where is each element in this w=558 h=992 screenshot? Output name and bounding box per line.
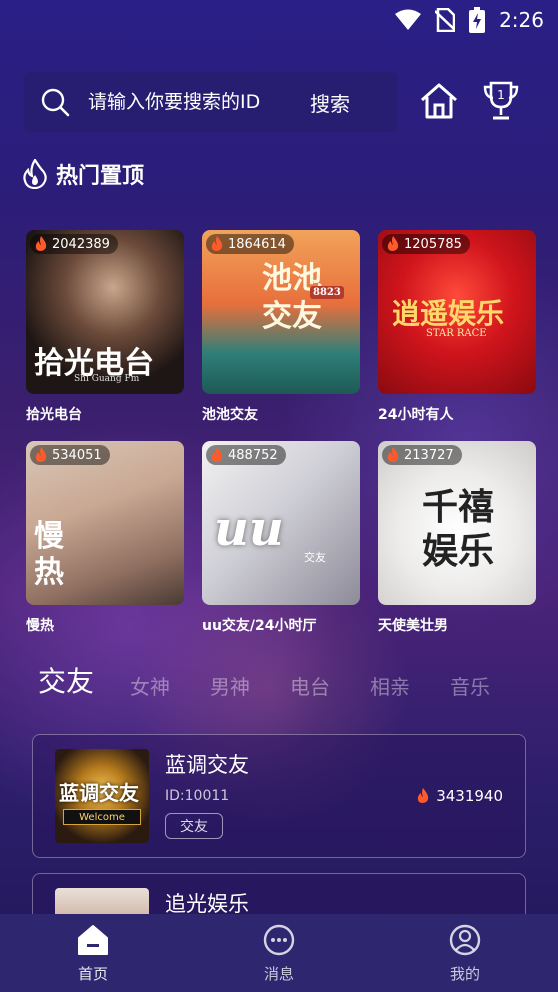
search-row: 搜索 1 — [24, 72, 534, 132]
nav-profile-label: 我的 — [449, 964, 480, 983]
hot-count-badge: 534051 — [30, 445, 110, 465]
hot-card-art-text: uu — [214, 501, 284, 557]
hot-count-badge: 1864614 — [206, 234, 294, 254]
hot-section-label: 热门置顶 — [56, 164, 145, 189]
fire-icon — [35, 447, 47, 462]
hot-card-art-text: 千禧娱乐 — [421, 486, 494, 572]
room-avatar-text: 蓝调交友 — [59, 781, 139, 805]
category-tabs: 交友 女神 男神 电台 相亲 音乐 — [38, 656, 538, 700]
hot-count-badge: 2042389 — [30, 234, 118, 254]
hot-card-art-sub: 交友 — [304, 551, 326, 564]
hot-card-art-text: 逍遥娱乐 — [392, 297, 505, 330]
hot-card-image: 1864614 池池交友 8823 — [202, 230, 360, 394]
hot-card-art-text: 慢热 — [34, 519, 64, 590]
nav-profile[interactable]: 我的 — [405, 923, 525, 984]
fire-icon — [35, 236, 47, 251]
nav-home-label: 首页 — [77, 964, 108, 983]
tab-xiangqin[interactable]: 相亲 — [370, 671, 410, 700]
room-avatar: 蓝调交友 Welcome — [55, 749, 149, 843]
nav-messages[interactable]: 消息 — [219, 923, 339, 984]
home-icon[interactable] — [418, 80, 460, 122]
search-icon — [41, 88, 70, 117]
hot-card[interactable]: 534051 慢热 慢热 — [26, 441, 184, 635]
room-card[interactable]: 蓝调交友 Welcome 蓝调交友 ID:10011 交友 3431940 — [32, 734, 526, 858]
hot-card-name: 24小时有人 — [378, 407, 454, 423]
fire-icon — [418, 788, 429, 803]
wifi-icon — [395, 9, 422, 30]
fire-icon — [211, 447, 223, 462]
svg-text:1: 1 — [497, 88, 505, 102]
message-icon — [263, 924, 295, 955]
tab-jiaoyou[interactable]: 交友 — [38, 660, 94, 700]
hot-card-image: 488752 uu 交友 — [202, 441, 360, 605]
hot-card[interactable]: 1205785 逍遥娱乐 STAR RACE 24小时有人 — [378, 230, 536, 424]
room-tag: 交友 — [165, 813, 223, 839]
hot-card[interactable]: 2042389 拾光电台 Shi Guang Fm 拾光电台 — [26, 230, 184, 424]
search-input[interactable] — [88, 91, 298, 113]
search-button[interactable]: 搜索 — [310, 88, 350, 117]
room-name: 蓝调交友 — [165, 753, 249, 777]
hot-section-title: 热门置顶 — [22, 158, 144, 190]
hot-card-art-sub: 8823 — [310, 286, 344, 299]
search-box[interactable]: 搜索 — [24, 72, 398, 132]
status-bar: 2:26 — [0, 0, 558, 40]
nav-home[interactable]: 首页 — [33, 923, 153, 984]
hot-card-name: 天使美壮男 — [378, 618, 448, 634]
fire-icon — [211, 236, 223, 251]
hot-card-name: 池池交友 — [202, 407, 258, 423]
home-icon — [78, 924, 108, 955]
tab-nanshen[interactable]: 男神 — [210, 671, 250, 700]
hot-card-name: 慢热 — [26, 618, 54, 634]
bottom-nav: 首页 消息 我的 — [0, 914, 558, 992]
no-sim-icon — [435, 8, 456, 32]
hot-count-badge: 213727 — [382, 445, 462, 465]
battery-charging-icon — [469, 7, 486, 33]
fire-icon — [387, 236, 399, 251]
fire-icon — [23, 159, 47, 189]
fire-icon — [387, 447, 399, 462]
hot-card-art-sub: Shi Guang Fm — [74, 374, 140, 384]
tab-yinyue[interactable]: 音乐 — [450, 671, 490, 700]
hot-count-badge: 1205785 — [382, 234, 470, 254]
hot-card-name: 拾光电台 — [26, 407, 82, 423]
hot-count-badge: 488752 — [206, 445, 286, 465]
nav-messages-label: 消息 — [263, 964, 294, 983]
hot-card[interactable]: 488752 uu 交友 uu交友/24小时厅 — [202, 441, 360, 635]
room-avatar-sub: Welcome — [63, 809, 141, 825]
trophy-icon[interactable]: 1 — [482, 80, 520, 122]
hot-card[interactable]: 1864614 池池交友 8823 池池交友 — [202, 230, 360, 424]
room-count: 3431940 — [416, 787, 503, 805]
hot-card-image: 213727 千禧娱乐 — [378, 441, 536, 605]
room-id: ID:10011 — [165, 788, 230, 804]
hot-card-image: 534051 慢热 — [26, 441, 184, 605]
profile-icon — [449, 924, 481, 955]
hot-card-name: uu交友/24小时厅 — [202, 618, 317, 634]
hot-card-image: 2042389 拾光电台 Shi Guang Fm — [26, 230, 184, 394]
status-time: 2:26 — [499, 8, 544, 32]
hot-card-art-sub: STAR RACE — [426, 328, 487, 339]
hot-card[interactable]: 213727 千禧娱乐 天使美壮男 — [378, 441, 536, 635]
tab-diantai[interactable]: 电台 — [290, 671, 330, 700]
hot-card-image: 1205785 逍遥娱乐 STAR RACE — [378, 230, 536, 394]
tab-nvshen[interactable]: 女神 — [130, 671, 170, 700]
